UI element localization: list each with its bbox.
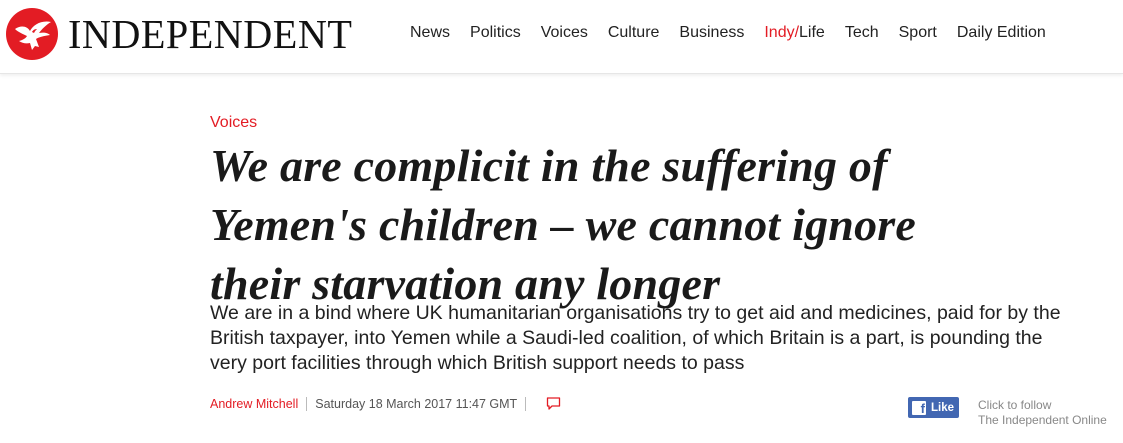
nav-item-indy-life[interactable]: Indy/Life	[764, 24, 824, 42]
logo-wordmark: INDEPENDENT	[68, 10, 353, 57]
nav-item-culture[interactable]: Culture	[608, 24, 660, 42]
byline: Andrew Mitchell Saturday 18 March 2017 1…	[210, 396, 561, 411]
article-standfirst: We are in a bind where UK humanitarian o…	[210, 301, 1110, 376]
byline-divider	[525, 396, 527, 411]
facebook-icon: f	[912, 400, 926, 415]
publish-date: Saturday 18 March 2017 11:47 GMT	[315, 396, 518, 411]
standfirst-line: very port facilities through which Briti…	[210, 352, 745, 374]
nav-item-indy-prefix: Indy/	[764, 24, 800, 41]
nav-item-news[interactable]: News	[410, 24, 450, 42]
nav-item-politics[interactable]: Politics	[470, 24, 521, 42]
follow-line-1: Click to follow	[978, 398, 1052, 412]
nav-item-sport[interactable]: Sport	[899, 24, 937, 42]
nav-item-voices[interactable]: Voices	[541, 24, 588, 42]
eagle-logo-icon	[6, 8, 58, 60]
speech-bubble-icon[interactable]	[546, 396, 561, 411]
site-header: INDEPENDENT News Politics Voices Culture…	[0, 0, 1123, 74]
byline-divider	[306, 396, 308, 411]
standfirst-line: We are in a bind where UK humanitarian o…	[210, 302, 1061, 324]
follow-prompt: Click to follow The Independent Online	[978, 398, 1107, 428]
site-logo[interactable]: INDEPENDENT	[6, 8, 358, 60]
standfirst-line: British taxpayer, into Yemen while a Sau…	[210, 327, 1043, 349]
follow-line-2: The Independent Online	[978, 413, 1107, 427]
facebook-like-button[interactable]: f Like	[908, 397, 959, 418]
headline-line: We are complicit in the suffering of	[210, 140, 888, 191]
nav-item-tech[interactable]: Tech	[845, 24, 879, 42]
author-link[interactable]: Andrew Mitchell	[210, 397, 298, 411]
nav-item-life-label: Life	[799, 24, 825, 41]
like-label: Like	[931, 401, 955, 414]
headline-line: Yemen's children – we cannot ignore	[210, 199, 916, 250]
article-headline: We are complicit in the suffering of Yem…	[210, 136, 1110, 313]
nav-item-daily-edition[interactable]: Daily Edition	[957, 24, 1046, 42]
main-nav: News Politics Voices Culture Business In…	[410, 24, 1066, 42]
nav-item-business[interactable]: Business	[679, 24, 744, 42]
section-link[interactable]: Voices	[210, 114, 257, 132]
